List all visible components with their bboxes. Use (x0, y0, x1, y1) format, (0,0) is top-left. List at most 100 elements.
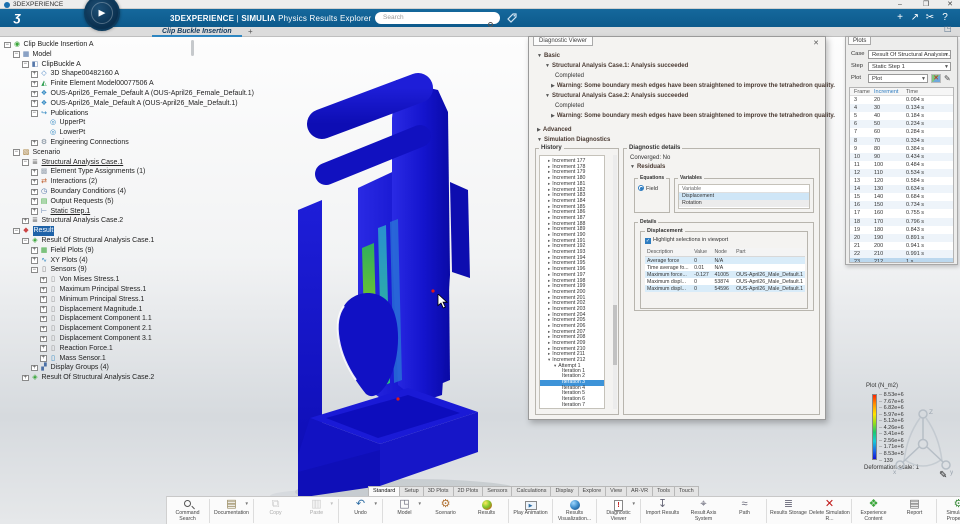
tree-item[interactable]: − ▯ Sensors (9) (2, 265, 212, 275)
tree-item[interactable]: − ↪ Publications (2, 109, 212, 119)
tool-diagnostic-viewer[interactable]: ! ▼ Diagnostic Viewer (598, 497, 639, 523)
collapse-icon[interactable]: − (22, 237, 29, 245)
case-dropdown[interactable]: Result Of Structural Analysis... ▼ (868, 50, 951, 59)
new-tab-button[interactable]: + (248, 27, 253, 37)
tool-scenario[interactable]: ⚙ Scenario (425, 497, 466, 517)
collapse-icon[interactable]: − (13, 227, 20, 235)
tool-simulation-properties[interactable]: ⚙Simulation Properties (938, 497, 960, 523)
tree-item[interactable]: − ◉ Clip Buckle Insertion A (2, 40, 212, 50)
close-button[interactable]: ✕ (942, 0, 958, 9)
tool-undo[interactable]: ↶ ▼ Undo (340, 497, 381, 517)
tree-item-label[interactable]: OUS-April26_Male_Default A (OUS-April26_… (51, 99, 238, 109)
tag-icon[interactable] (506, 12, 518, 24)
frame-row[interactable]: 6 50 0.234 s (850, 120, 953, 129)
expand-icon[interactable]: + (31, 169, 38, 176)
dropdown-caret-icon[interactable]: ▼ (418, 501, 422, 506)
frame-row[interactable]: 16 150 0.734 s (850, 201, 953, 210)
plot-dropdown[interactable]: Plot ▼ (868, 74, 928, 83)
tree-item[interactable]: − ◈ Result Of Structural Analysis Case.1 (2, 236, 212, 246)
expand-icon[interactable]: + (31, 80, 38, 88)
frame-row[interactable]: 23 212 1 s (850, 257, 953, 262)
details-row[interactable]: Maximum displ... 0 53874 OUS-April26_Male_D… (645, 278, 805, 285)
details-column-header[interactable]: Value (692, 248, 713, 257)
expand-icon[interactable]: + (31, 71, 38, 78)
maximize-button[interactable]: ❒ (918, 0, 934, 9)
tree-item[interactable]: + ▯ Maximum Principal Stress.1 (2, 285, 212, 295)
details-column-header[interactable]: Node (712, 248, 735, 257)
history-iteration[interactable]: Iteration 7 (540, 402, 604, 408)
expand-icon[interactable]: + (40, 296, 47, 303)
tree-item[interactable]: + ▦ Field Plots (9) (2, 246, 212, 256)
tool-play-animation[interactable]: ▶ Play Animation (510, 497, 551, 517)
tree-item[interactable]: + ∿ XY Plots (4) (2, 256, 212, 266)
search-icon[interactable] (488, 21, 493, 27)
expand-icon[interactable]: + (40, 315, 47, 323)
step-dropdown[interactable]: Static Step 1 ▼ (868, 62, 951, 71)
frame-row[interactable]: 7 60 0.284 s (850, 128, 953, 136)
tool-copy[interactable]: ⧉ Copy (255, 497, 296, 517)
tree-item[interactable]: + ⚙ Engineering Connections (2, 138, 212, 148)
tree-item[interactable]: − ▧ Scenario (2, 148, 212, 158)
tree-item[interactable]: + ◇ 3D Shape00482160 A (2, 69, 212, 79)
tree-item[interactable]: ◎ LowerPt (2, 128, 212, 138)
expand-icon[interactable]: + (31, 139, 38, 147)
tree-item-label[interactable]: Engineering Connections (51, 138, 129, 148)
tree-item-label[interactable]: Scenario (33, 148, 61, 158)
tree-item-label[interactable]: LowerPt (60, 128, 86, 138)
tree-item[interactable]: + ◷ Boundary Conditions (4) (2, 187, 212, 197)
tree-item-label[interactable]: Displacement Component 2.1 (60, 324, 152, 334)
tree-item[interactable]: + ▯ Displacement Component 2.1 (2, 324, 212, 334)
dropdown-caret-icon[interactable]: ▼ (330, 501, 334, 506)
history-scrollbar[interactable] (613, 155, 617, 409)
tree-item-label[interactable]: Publications (51, 109, 89, 119)
frame-row[interactable]: 11 100 0.484 s (850, 161, 953, 169)
tree-item[interactable]: + ▯ Displacement Magnitude.1 (2, 305, 212, 315)
frame-row[interactable]: 4 30 0.134 s (850, 104, 953, 113)
dropdown-caret-icon[interactable]: ▼ (245, 501, 249, 506)
frame-row[interactable]: 12 110 0.534 s (850, 168, 953, 178)
expand-icon[interactable]: + (31, 198, 38, 205)
expand-icon[interactable]: + (31, 188, 38, 196)
expand-icon[interactable]: + (31, 208, 38, 215)
frame-row[interactable]: 3 20 0.094 s (850, 96, 953, 104)
tool-results-storage[interactable]: ≣ Results Storage (768, 497, 809, 517)
tree-item-label[interactable]: Structural Analysis Case.2 (42, 216, 124, 226)
tree-item[interactable]: + ▯ Reaction Force.1 (2, 344, 212, 354)
details-row[interactable]: Average force 0 N/A (645, 256, 805, 264)
variable-row[interactable]: Rotation (679, 200, 809, 207)
tree-item-label[interactable]: Result Of Structural Analysis Case.2 (42, 373, 155, 383)
field-radio[interactable] (638, 185, 644, 191)
tool-command-search[interactable]: Command Search (167, 497, 208, 523)
tree-item-label[interactable]: Output Requests (5) (51, 197, 114, 207)
tool-report[interactable]: ▤ Report (894, 497, 935, 517)
expand-icon[interactable]: + (40, 335, 47, 343)
tree-item[interactable]: − ◧ ClipBuckle A (2, 60, 212, 70)
section-simulation-diagnostics[interactable]: ▼ Simulation Diagnostics (537, 137, 610, 143)
tree-item-label[interactable]: Displacement Magnitude.1 (60, 305, 143, 315)
highlight-checkbox[interactable]: ✓ (645, 238, 651, 244)
details-row[interactable]: Maximum displ... 0 54596 OUS-April26_Male_D… (645, 285, 805, 292)
expand-icon[interactable]: + (40, 276, 47, 284)
case2-heading[interactable]: ▼ Structural Analysis Case.2: Analysis su… (545, 93, 688, 99)
frame-row[interactable]: 8 70 0.334 s (850, 136, 953, 145)
tool-model[interactable]: ◳ ▼ Model (384, 497, 425, 517)
search-input[interactable]: Search (375, 12, 500, 24)
tool-import-results[interactable]: ↧ Import Results (642, 497, 683, 517)
details-row[interactable]: Time average fo... 0.01 N/A (645, 264, 805, 271)
tree-item-label[interactable]: Field Plots (9) (51, 246, 94, 256)
tree-item-label[interactable]: Boundary Conditions (4) (51, 187, 127, 197)
frame-row[interactable]: 5 40 0.184 s (850, 112, 953, 120)
tree-item-label[interactable]: XY Plots (4) (51, 256, 88, 266)
collapse-icon[interactable]: − (13, 149, 20, 156)
tree-item-label[interactable]: Sensors (9) (51, 265, 87, 275)
expand-icon[interactable]: + (31, 90, 38, 98)
expand-icon[interactable]: + (40, 345, 47, 352)
tree-item-label[interactable]: Mass Sensor.1 (60, 354, 106, 364)
history-list[interactable]: ▸Increment 174▸Increment 175▸Increment 1… (539, 155, 605, 409)
document-tab[interactable]: Clip Buckle Insertion (152, 27, 242, 37)
tree-item[interactable]: + ◈ Result Of Structural Analysis Case.2 (2, 373, 212, 383)
collapse-icon[interactable]: − (4, 41, 11, 49)
tree-item[interactable]: + ▩ Element Type Assignments (1) (2, 167, 212, 177)
tree-item[interactable]: + ❖ OUS-April26_Female_Default A (OUS-Apri… (2, 89, 254, 99)
frame-row[interactable]: 9 80 0.384 s (850, 145, 953, 153)
